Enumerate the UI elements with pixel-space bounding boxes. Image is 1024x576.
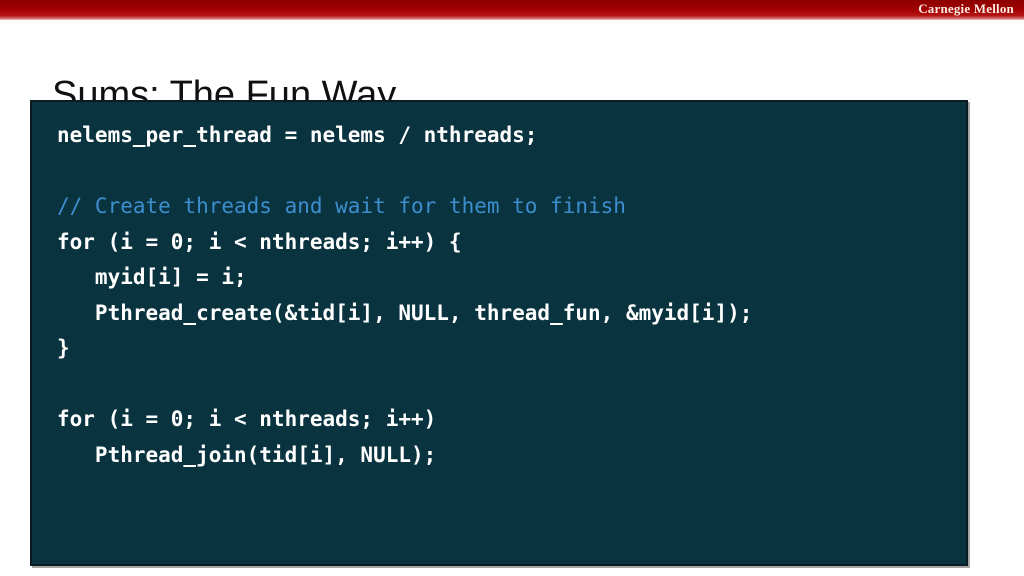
code-line-3: for (i = 0; i < nthreads; i++) { <box>57 229 462 254</box>
code-listing: nelems_per_thread = nelems / nthreads; /… <box>57 118 966 544</box>
carnegie-mellon-wordmark: Carnegie Mellon <box>918 1 1014 16</box>
code-line-5: Pthread_create(&tid[i], NULL, thread_fun… <box>57 300 753 325</box>
brand-bar: Carnegie Mellon <box>0 0 1024 20</box>
code-line-8: for (i = 0; i < nthreads; i++) <box>57 407 437 431</box>
code-line-4: myid[i] = i; <box>57 265 247 289</box>
code-line-9: Pthread_join(tid[i], NULL); <box>57 442 437 467</box>
code-block-panel: nelems_per_thread = nelems / nthreads; /… <box>30 100 968 566</box>
code-line-0: nelems_per_thread = nelems / nthreads; <box>57 123 538 147</box>
code-line-2: // Create threads and wait for them to f… <box>57 194 626 218</box>
code-line-6: } <box>57 336 70 360</box>
